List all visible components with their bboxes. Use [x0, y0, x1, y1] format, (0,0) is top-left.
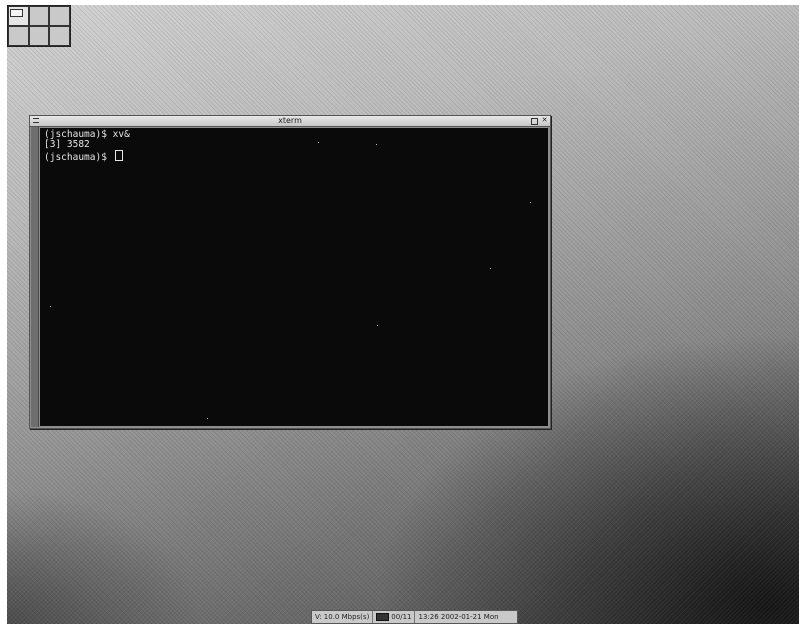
noise-dot: [50, 306, 51, 307]
network-rate: V: 10.0 Mbps(s): [315, 613, 370, 621]
window-title: xterm: [278, 116, 302, 125]
noise-dot: [530, 202, 531, 203]
pager-desk-1[interactable]: [8, 6, 29, 26]
close-icon[interactable]: ✕: [541, 117, 548, 124]
pager-desk-2[interactable]: [28, 6, 50, 26]
window-side-handle[interactable]: [31, 127, 39, 427]
desktop-pager[interactable]: [7, 5, 71, 47]
terminal-line: (jschauma)$ xv&: [44, 129, 130, 140]
noise-dot: [376, 144, 377, 145]
desktop[interactable]: xterm ✕ (jschauma)$ xv& [3] 3582 (jschau…: [7, 5, 799, 624]
noise-dot: [490, 268, 491, 269]
mail-icon[interactable]: [376, 613, 390, 621]
text-cursor: [114, 150, 123, 161]
noise-dot: [207, 418, 208, 419]
xterm-window[interactable]: xterm ✕ (jschauma)$ xv& [3] 3582 (jschau…: [29, 115, 551, 429]
terminal-prompt-line[interactable]: (jschauma)$: [44, 150, 544, 163]
pager-desk-6[interactable]: [49, 26, 70, 46]
pager-window-thumbnail: [10, 9, 23, 17]
status-bar: V: 10.0 Mbps(s) 00/11 13:26 2002-01-21 M…: [311, 610, 518, 624]
pager-desk-3[interactable]: [49, 6, 70, 26]
noise-dot: [318, 142, 319, 143]
terminal-area[interactable]: (jschauma)$ xv& [3] 3582 (jschauma)$: [40, 128, 548, 426]
pager-desk-5[interactable]: [28, 26, 50, 46]
mail-status[interactable]: 00/11: [372, 611, 414, 623]
terminal-line: [3] 3582: [44, 139, 90, 150]
noise-dot: [377, 325, 378, 326]
clock: 13:26 2002-01-21 Mon: [414, 611, 501, 623]
mail-count: 00/11: [391, 613, 412, 621]
pager-desk-4[interactable]: [8, 26, 29, 46]
maximize-icon[interactable]: [531, 118, 538, 125]
terminal-prompt: (jschauma)$: [44, 152, 113, 163]
xterm-titlebar[interactable]: xterm ✕: [30, 116, 550, 127]
